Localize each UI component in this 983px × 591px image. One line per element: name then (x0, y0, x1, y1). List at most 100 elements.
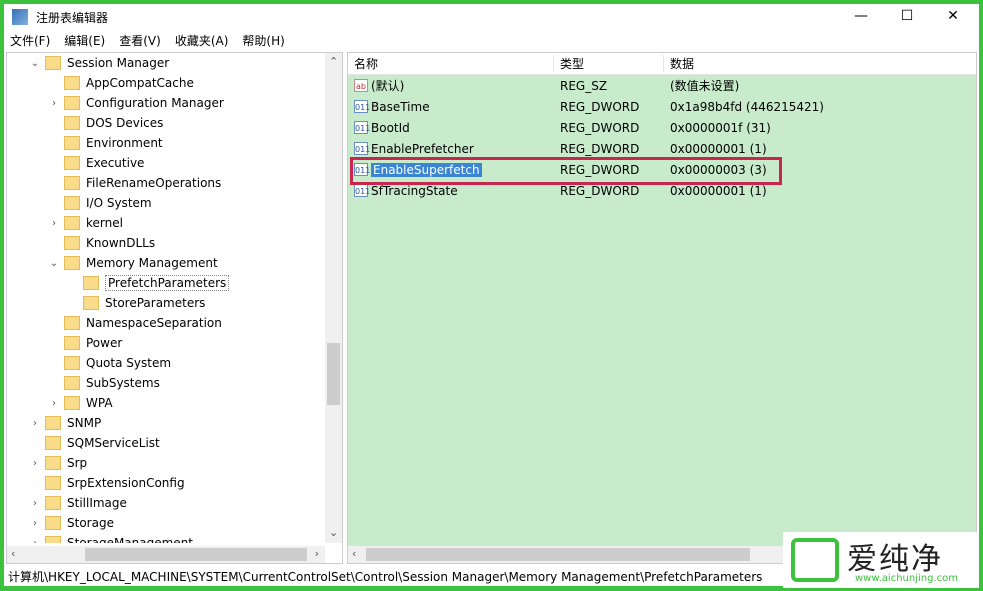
menu-favorites[interactable]: 收藏夹(A) (175, 32, 229, 49)
value-name-cell: 011 BootId (348, 121, 554, 135)
tree-item[interactable]: Executive (7, 153, 325, 173)
tree-vertical-scrollbar[interactable]: ⌃ ⌄ (325, 53, 342, 543)
value-row[interactable]: ab (默认) REG_SZ (数值未设置) (348, 75, 976, 96)
scroll-left-icon[interactable]: ‹ (11, 547, 15, 560)
scroll-left-icon[interactable]: ‹ (352, 547, 356, 560)
tree-item-label: SNMP (67, 416, 102, 430)
value-row[interactable]: 011 EnablePrefetcher REG_DWORD 0x00000001 (… (348, 138, 976, 159)
column-type[interactable]: 类型 (554, 55, 664, 72)
tree-item[interactable]: Power (7, 333, 325, 353)
tree-item[interactable]: › WPA (7, 393, 325, 413)
expanded-chevron-icon[interactable]: ⌄ (48, 258, 60, 269)
tree-item[interactable]: SQMServiceList (7, 433, 325, 453)
tree-item[interactable]: SubSystems (7, 373, 325, 393)
scroll-thumb[interactable] (327, 343, 340, 405)
folder-icon (64, 176, 80, 190)
column-data[interactable]: 数据 (664, 55, 964, 72)
value-row[interactable]: 011 BootId REG_DWORD 0x0000001f (31) (348, 117, 976, 138)
tree-item-label: FileRenameOperations (86, 176, 222, 190)
folder-icon (64, 236, 80, 250)
tree-item-label: StorageManagement (67, 536, 193, 543)
folder-icon (45, 436, 61, 450)
scroll-thumb[interactable] (366, 548, 750, 561)
close-button[interactable]: ✕ (930, 4, 976, 28)
menu-help[interactable]: 帮助(H) (242, 32, 284, 49)
tree-item[interactable]: › Srp (7, 453, 325, 473)
menu-edit[interactable]: 编辑(E) (64, 32, 105, 49)
binary-value-icon: 011 (354, 184, 370, 197)
collapsed-chevron-icon[interactable]: › (48, 398, 60, 409)
tree-item[interactable]: PrefetchParameters (7, 273, 325, 293)
value-data: 0x00000001 (1) (670, 141, 767, 156)
tree-item[interactable]: › SNMP (7, 413, 325, 433)
tree-item[interactable]: ⌄ Memory Management (7, 253, 325, 273)
collapsed-chevron-icon[interactable]: › (29, 538, 41, 544)
tree-item-label: AppCompatCache (86, 76, 194, 90)
folder-icon (45, 516, 61, 530)
watermark-logo: 爱纯净 www.aichunjing.com (783, 532, 979, 588)
tree-item[interactable]: FileRenameOperations (7, 173, 325, 193)
menu-file[interactable]: 文件(F) (10, 32, 50, 49)
values-pane: 名称 类型 数据 ab (默认) REG_SZ (数值未设置) 011 BaseTime R… (347, 52, 977, 564)
tree-item[interactable]: Quota System (7, 353, 325, 373)
tree-item-label: SrpExtensionConfig (67, 476, 185, 490)
tree-item[interactable]: ⌄ Session Manager (7, 53, 325, 73)
folder-icon (83, 276, 99, 290)
watermark-url: www.aichunjing.com (855, 573, 958, 584)
tree-item[interactable]: DOS Devices (7, 113, 325, 133)
collapsed-chevron-icon[interactable]: › (29, 498, 41, 509)
expanded-chevron-icon[interactable]: ⌄ (29, 58, 41, 69)
scroll-thumb[interactable] (85, 548, 307, 561)
tree-item-label: Srp (67, 456, 88, 470)
tree-item-label: PrefetchParameters (105, 275, 230, 291)
folder-icon (64, 96, 80, 110)
values-header: 名称 类型 数据 (348, 53, 976, 75)
scroll-down-icon[interactable]: ⌄ (329, 526, 338, 539)
tree-item[interactable]: › StorageManagement (7, 533, 325, 543)
folder-icon (64, 376, 80, 390)
minimize-button[interactable]: — (838, 4, 884, 28)
tree-item-label: I/O System (86, 196, 152, 210)
collapsed-chevron-icon[interactable]: › (29, 518, 41, 529)
tree-horizontal-scrollbar[interactable]: ‹ › (7, 546, 325, 563)
collapsed-chevron-icon[interactable]: › (48, 98, 60, 109)
tree-item[interactable]: AppCompatCache (7, 73, 325, 93)
tree-item[interactable]: SrpExtensionConfig (7, 473, 325, 493)
tree-item-label: KnownDLLs (86, 236, 156, 250)
menu-view[interactable]: 查看(V) (119, 32, 161, 49)
value-name-cell: 011 BaseTime (348, 100, 554, 114)
tree-item-label: WPA (86, 396, 113, 410)
regedit-window: 注册表编辑器 — ☐ ✕ 文件(F) 编辑(E) 查看(V) 收藏夹(A) 帮助… (4, 4, 979, 586)
value-type: REG_DWORD (560, 99, 640, 114)
scroll-right-icon[interactable]: › (315, 547, 319, 560)
binary-value-icon: 011 (354, 142, 370, 155)
collapsed-chevron-icon[interactable]: › (29, 458, 41, 469)
folder-icon (64, 356, 80, 370)
folder-icon (45, 496, 61, 510)
value-row[interactable]: 011 BaseTime REG_DWORD 0x1a98b4fd (44621542… (348, 96, 976, 117)
tree-item[interactable]: › StillImage (7, 493, 325, 513)
value-type: REG_DWORD (560, 141, 640, 156)
tree-item[interactable]: StoreParameters (7, 293, 325, 313)
collapsed-chevron-icon[interactable]: › (29, 418, 41, 429)
tree-item[interactable]: › Configuration Manager (7, 93, 325, 113)
value-data: (数值未设置) (670, 79, 740, 93)
collapsed-chevron-icon[interactable]: › (48, 218, 60, 229)
tree-item[interactable]: Environment (7, 133, 325, 153)
maximize-button[interactable]: ☐ (884, 4, 930, 28)
tree-item-label: Executive (86, 156, 145, 170)
column-name[interactable]: 名称 (348, 55, 554, 72)
folder-icon (83, 296, 99, 310)
folder-icon (45, 416, 61, 430)
tree-item[interactable]: KnownDLLs (7, 233, 325, 253)
value-name: EnablePrefetcher (371, 141, 474, 156)
key-tree: ⌄ Session Manager AppCompatCache › Configura… (7, 53, 325, 543)
regedit-app-icon (12, 9, 28, 25)
tree-item[interactable]: › kernel (7, 213, 325, 233)
folder-icon (64, 256, 80, 270)
scroll-up-icon[interactable]: ⌃ (329, 55, 338, 68)
tree-item[interactable]: I/O System (7, 193, 325, 213)
value-name: (默认) (371, 79, 405, 93)
tree-item[interactable]: NamespaceSeparation (7, 313, 325, 333)
tree-item[interactable]: › Storage (7, 513, 325, 533)
